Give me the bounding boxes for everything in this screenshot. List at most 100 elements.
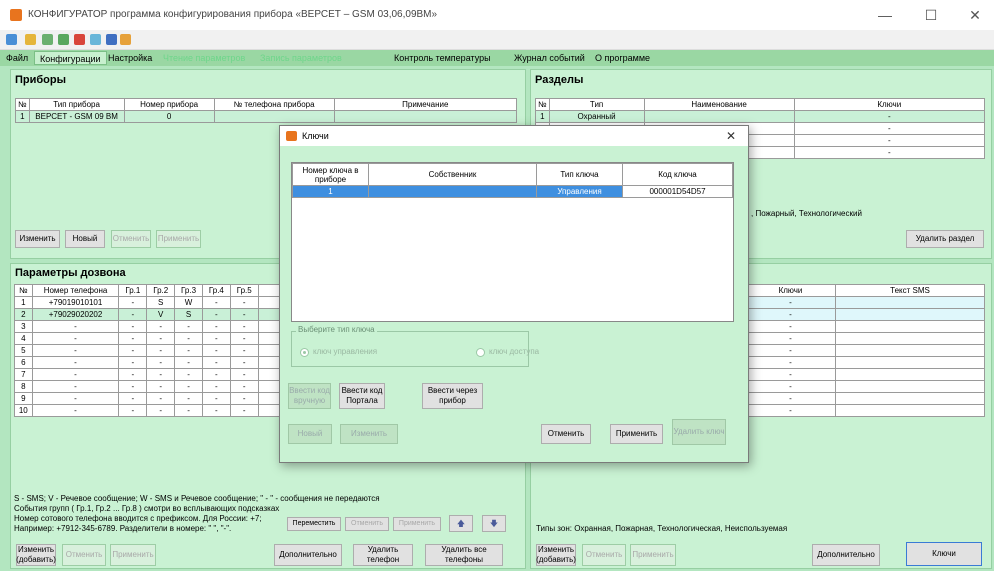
- devices-cancel-button[interactable]: Отменить: [111, 230, 151, 248]
- table-row[interactable]: -: [745, 332, 985, 345]
- table-row[interactable]: 7------: [14, 368, 285, 381]
- maximize-button[interactable]: ☐: [916, 4, 946, 26]
- settings-icon[interactable]: [120, 34, 131, 45]
- table-row[interactable]: 9------: [14, 392, 285, 405]
- menu-read-params[interactable]: Чтение параметров: [158, 51, 250, 65]
- enter-portal-code-button[interactable]: Ввести код Портала: [339, 383, 385, 409]
- radio-access-key[interactable]: [476, 348, 485, 357]
- dialing-edit-add-button[interactable]: Изменить (добавить): [16, 544, 56, 566]
- zones-cancel-button[interactable]: Отменить: [582, 544, 626, 566]
- table-row[interactable]: 10- - - - - -: [14, 404, 285, 417]
- table-row[interactable]: 4------: [14, 332, 285, 345]
- toolbar: [0, 30, 994, 50]
- open-folder-icon[interactable]: [25, 34, 36, 45]
- dialog-title: Ключи: [302, 131, 329, 141]
- delete-key-button[interactable]: Удалить ключ: [672, 419, 726, 445]
- table-row[interactable]: 3------: [14, 320, 285, 333]
- enter-via-device-button[interactable]: Ввести через прибор: [422, 383, 483, 409]
- keys-table: Номер ключа в приборе Собственник Тип кл…: [292, 163, 733, 198]
- table-row[interactable]: -: [745, 380, 985, 393]
- table-row[interactable]: 2 +79029020202- V S - -: [14, 308, 285, 321]
- dialog-edit-button[interactable]: Изменить: [340, 424, 398, 444]
- menu-file[interactable]: Файл: [1, 51, 33, 65]
- sections-title: Разделы: [535, 74, 584, 86]
- dialing-apply-small-button[interactable]: Применить: [393, 517, 441, 531]
- table-row[interactable]: 1 +79019010101- S W - -: [14, 296, 285, 309]
- table-row[interactable]: -: [745, 308, 985, 321]
- keys-button[interactable]: Ключи: [906, 542, 982, 566]
- window-titlebar: КОНФИГУРАТОР программа конфигурирования …: [0, 0, 994, 30]
- save-icon[interactable]: [106, 34, 117, 45]
- delete-section-button[interactable]: Удалить раздел: [906, 230, 984, 248]
- radio-control-key[interactable]: [300, 348, 309, 357]
- devices-col-type: Тип прибора: [28, 98, 125, 111]
- dialog-app-icon: [286, 131, 297, 141]
- fire-icon[interactable]: [74, 34, 85, 45]
- table-row[interactable]: -: [745, 368, 985, 381]
- table-row[interactable]: 6------: [14, 356, 285, 369]
- table-row[interactable]: 8------: [14, 380, 285, 393]
- dialog-cancel-button[interactable]: Отменить: [541, 424, 591, 444]
- tree-icon[interactable]: [58, 34, 69, 45]
- devices-col-phone: № телефона прибора: [213, 98, 335, 111]
- window-title: КОНФИГУРАТОР программа конфигурирования …: [28, 9, 438, 20]
- dialing-title: Параметры дозвона: [15, 267, 126, 279]
- move-up-button[interactable]: 🡅: [449, 515, 473, 532]
- dialing-additional-button[interactable]: Дополнительно: [274, 544, 342, 566]
- enter-code-manual-button[interactable]: Ввести код вручную: [288, 383, 331, 409]
- table-row[interactable]: -: [745, 344, 985, 357]
- radio-control-key-label: ключ управления: [313, 347, 378, 356]
- keys-table-container: Номер ключа в приборе Собственник Тип кл…: [291, 162, 734, 322]
- devices-title: Приборы: [15, 74, 67, 86]
- dialog-new-button[interactable]: Новый: [288, 424, 332, 444]
- dialing-table: № Номер телефона Гр.1 Гр.2 Гр.3 Гр.4 Гр.…: [14, 284, 285, 417]
- minimize-button[interactable]: —: [870, 4, 900, 26]
- key-code-cell[interactable]: 000001D54D57: [622, 185, 733, 198]
- network-icon[interactable]: [90, 34, 101, 45]
- devices-col-note: Примечание: [333, 98, 518, 111]
- table-row[interactable]: -: [745, 296, 985, 309]
- zones-table: Ключи Текст SMS - - - - - - - - - -: [745, 284, 985, 417]
- table-row[interactable]: -: [745, 392, 985, 405]
- menu-settings[interactable]: Настройка: [103, 51, 157, 65]
- dialing-cancel-button[interactable]: Отменить: [62, 544, 106, 566]
- devices-apply-button[interactable]: Применить: [156, 230, 201, 248]
- sections-types-text: , Пожарный, Технологический: [751, 209, 862, 218]
- table-row[interactable]: 1 Охранный -: [535, 110, 986, 123]
- devices-edit-button[interactable]: Изменить: [15, 230, 60, 248]
- new-file-icon[interactable]: [6, 34, 17, 45]
- table-row[interactable]: -: [745, 356, 985, 369]
- move-button[interactable]: Переместить: [287, 517, 341, 531]
- table-row[interactable]: 1 Управления 000001D54D57: [292, 185, 733, 198]
- dialog-titlebar: Ключи ✕: [280, 126, 748, 146]
- app-icon: [10, 9, 22, 21]
- dialing-apply-button[interactable]: Применить: [110, 544, 156, 566]
- dialog-close-button[interactable]: ✕: [726, 129, 736, 143]
- table-row[interactable]: -: [745, 320, 985, 333]
- dialing-notes: S - SMS; V - Речевое сообщение; W - SMS …: [14, 494, 380, 533]
- devices-col-number: Номер прибора: [123, 98, 215, 111]
- devices-table: № Тип прибора Номер прибора № телефона п…: [15, 98, 518, 123]
- menu-event-log[interactable]: Журнал событий: [509, 51, 590, 65]
- table-row[interactable]: 1 ВЕРСЕТ - GSM 09 ВМ 0: [15, 110, 518, 123]
- menu-about[interactable]: О программе: [590, 51, 655, 65]
- dialog-apply-button[interactable]: Применить: [610, 424, 663, 444]
- zones-types-text: Типы зон: Охранная, Пожарная, Технологич…: [536, 524, 788, 533]
- table-row[interactable]: 5------: [14, 344, 285, 357]
- dialing-cancel-small-button[interactable]: Отменить: [345, 517, 389, 531]
- devices-new-button[interactable]: Новый: [65, 230, 105, 248]
- zones-apply-button[interactable]: Применить: [630, 544, 676, 566]
- move-down-button[interactable]: 🡇: [482, 515, 506, 532]
- edit-icon[interactable]: [42, 34, 53, 45]
- menu-configurations[interactable]: Конфигурации: [34, 51, 107, 65]
- radio-access-key-label: ключ доступа: [489, 347, 540, 356]
- zones-additional-button[interactable]: Дополнительно: [812, 544, 880, 566]
- key-type-group-label: Выберите тип ключа: [296, 325, 377, 335]
- menu-temperature[interactable]: Контроль температуры: [389, 51, 496, 65]
- zones-edit-add-button[interactable]: Изменить (добавить): [536, 544, 576, 566]
- delete-phone-button[interactable]: Удалить телефон: [353, 544, 413, 566]
- table-row[interactable]: -: [745, 404, 985, 417]
- delete-all-phones-button[interactable]: Удалить все телефоны: [425, 544, 503, 566]
- menu-write-params[interactable]: Запись параметров: [255, 51, 347, 65]
- close-button[interactable]: ✕: [960, 4, 990, 26]
